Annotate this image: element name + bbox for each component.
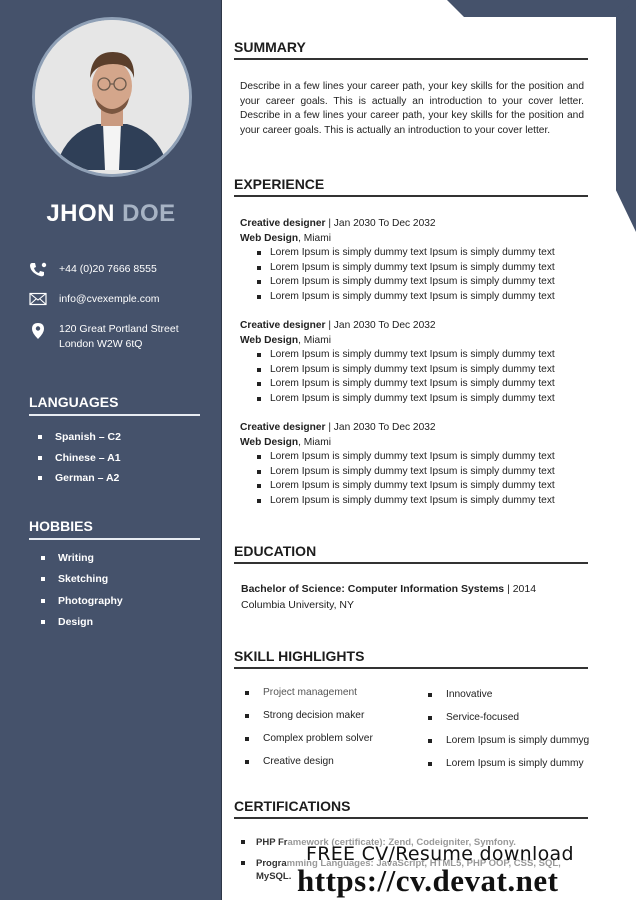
job-bullet: Lorem Ipsum is simply dummy text Ipsum i… xyxy=(257,465,590,480)
first-name: JHON xyxy=(46,200,115,227)
job-dates: | Jan 2030 To Dec 2032 xyxy=(325,218,436,229)
job-role: Creative designer xyxy=(240,422,326,433)
languages-list: Spanish – C2 Chinese – A1 German – A2 xyxy=(38,427,121,489)
skill-item: Complex problem solver xyxy=(245,727,373,750)
hobbies-heading: HOBBIES xyxy=(29,518,200,540)
job-bullets: Lorem Ipsum is simply dummy text Ipsum i… xyxy=(257,450,590,508)
experience-entry: Creative designer | Jan 2030 To Dec 2032… xyxy=(240,420,590,508)
job-bullets: Lorem Ipsum is simply dummy text Ipsum i… xyxy=(257,246,590,304)
skill-item: Service-focused xyxy=(428,706,589,729)
skill-item: Creative design xyxy=(245,750,373,773)
graduation-year: | 2014 xyxy=(504,583,537,595)
last-name: DOE xyxy=(122,200,176,227)
watermark-url[interactable]: https://cv.devat.net xyxy=(297,863,558,899)
job-company: Web Design xyxy=(240,335,299,346)
skill-item: Lorem Ipsum is simply dummy xyxy=(428,752,589,775)
hobby-item: Design xyxy=(41,612,123,634)
job-role: Creative designer xyxy=(240,218,326,229)
address-line-2: London W2W 6tQ xyxy=(59,338,143,350)
job-bullet: Lorem Ipsum is simply dummy text Ipsum i… xyxy=(257,290,590,305)
hobby-item: Photography xyxy=(41,590,123,612)
corner-decoration-top xyxy=(447,0,636,17)
degree: Bachelor of Science: Computer Informatio… xyxy=(241,583,505,595)
job-location: , Miami xyxy=(298,437,331,448)
corner-decoration-right xyxy=(616,0,636,232)
language-item: Spanish – C2 xyxy=(38,427,121,448)
summary-heading: SUMMARY xyxy=(234,39,588,60)
contact-address: 120 Great Portland Street London W2W 6tQ xyxy=(28,322,218,352)
job-bullet: Lorem Ipsum is simply dummy text Ipsum i… xyxy=(257,246,590,261)
map-pin-icon xyxy=(28,322,48,339)
address: 120 Great Portland Street London W2W 6tQ xyxy=(59,322,179,352)
skill-item: Strong decision maker xyxy=(245,704,373,727)
job-role: Creative designer xyxy=(240,320,326,331)
contact-email: info@cvexemple.com xyxy=(28,292,218,308)
language-item: German – A2 xyxy=(38,468,121,489)
email-address[interactable]: info@cvexemple.com xyxy=(59,292,160,307)
profile-photo-frame xyxy=(32,17,192,177)
job-company: Web Design xyxy=(240,437,299,448)
hobby-item: Writing xyxy=(41,547,123,569)
job-bullet: Lorem Ipsum is simply dummy text Ipsum i… xyxy=(257,392,590,407)
job-dates: | Jan 2030 To Dec 2032 xyxy=(325,422,436,433)
experience-entry: Creative designer | Jan 2030 To Dec 2032… xyxy=(240,216,590,304)
experience-entry: Creative designer | Jan 2030 To Dec 2032… xyxy=(240,318,590,406)
job-dates: | Jan 2030 To Dec 2032 xyxy=(325,320,436,331)
portrait-photo-icon xyxy=(35,20,189,174)
job-bullet: Lorem Ipsum is simply dummy text Ipsum i… xyxy=(257,494,590,509)
job-bullet: Lorem Ipsum is simply dummy text Ipsum i… xyxy=(257,275,590,290)
skills-right-column: Innovative Service-focused Lorem Ipsum i… xyxy=(428,683,589,775)
experience-heading: EXPERIENCE xyxy=(234,176,588,197)
language-item: Chinese – A1 xyxy=(38,448,121,469)
job-bullets: Lorem Ipsum is simply dummy text Ipsum i… xyxy=(257,348,590,406)
job-bullet: Lorem Ipsum is simply dummy text Ipsum i… xyxy=(257,348,590,363)
skill-item: Innovative xyxy=(428,683,589,706)
languages-heading: LANGUAGES xyxy=(29,394,200,416)
watermark-title: FREE CV/Resume download xyxy=(306,843,574,865)
hobby-item: Sketching xyxy=(41,569,123,591)
certifications-heading: CERTIFICATIONS xyxy=(234,798,588,819)
skill-item: Lorem Ipsum is simply dummyg xyxy=(428,729,589,752)
education-entry: Bachelor of Science: Computer Informatio… xyxy=(241,582,536,613)
skills-heading: SKILL HIGHLIGHTS xyxy=(234,648,588,669)
hobbies-list: Writing Sketching Photography Design xyxy=(41,547,123,633)
sidebar: JHON DOE +44 (0)20 7666 8555 info@cvexem… xyxy=(0,0,222,900)
job-bullet: Lorem Ipsum is simply dummy text Ipsum i… xyxy=(257,363,590,378)
profile-photo xyxy=(35,20,189,174)
job-bullet: Lorem Ipsum is simply dummy text Ipsum i… xyxy=(257,479,590,494)
envelope-icon xyxy=(28,292,48,308)
education-heading: EDUCATION xyxy=(234,543,588,564)
job-bullet: Lorem Ipsum is simply dummy text Ipsum i… xyxy=(257,261,590,276)
address-line-1: 120 Great Portland Street xyxy=(59,323,179,335)
contact-phone: +44 (0)20 7666 8555 xyxy=(28,262,218,278)
job-location: , Miami xyxy=(298,335,331,346)
job-location: , Miami xyxy=(298,233,331,244)
job-bullet: Lorem Ipsum is simply dummy text Ipsum i… xyxy=(257,450,590,465)
job-company: Web Design xyxy=(240,233,299,244)
skills-left-column: Project management Strong decision maker… xyxy=(245,681,373,773)
candidate-name: JHON DOE xyxy=(0,200,222,228)
phone-number[interactable]: +44 (0)20 7666 8555 xyxy=(59,262,157,277)
job-bullet: Lorem Ipsum is simply dummy text Ipsum i… xyxy=(257,377,590,392)
skill-item: Project management xyxy=(245,681,373,704)
phone-icon xyxy=(28,262,48,278)
summary-text: Describe in a few lines your career path… xyxy=(240,81,584,136)
school: Columbia University, NY xyxy=(241,598,355,611)
